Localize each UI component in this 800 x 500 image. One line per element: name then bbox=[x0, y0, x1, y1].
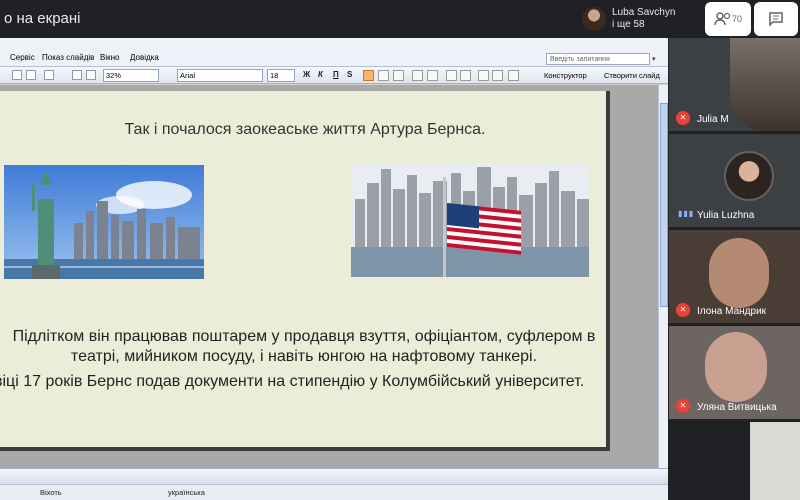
font-color-button[interactable] bbox=[508, 70, 519, 81]
presenter-extra: і ще 58 bbox=[612, 19, 645, 30]
people-button[interactable]: 70 bbox=[705, 2, 751, 36]
participant-name: Julia M bbox=[697, 114, 729, 125]
slide-paragraph: Підлітком він працював поштарем у продав… bbox=[0, 327, 614, 367]
status-bar: Віхоть українська bbox=[0, 484, 668, 500]
participants-panel: ✕ Julia M ▮▮▮ Yulia Luzhna ✕ Ілона Мандр… bbox=[668, 38, 800, 500]
status-design: Віхоть bbox=[40, 488, 62, 497]
slide-editor: Так і почалося заокеаське життя Артура Б… bbox=[0, 85, 658, 498]
formatting-toolbar: 32% Arial 18 Ж К П S Конструктор Створит… bbox=[0, 67, 668, 84]
slide-line-3: віці 17 років Бернс подав документи на с… bbox=[0, 373, 585, 390]
mic-off-icon: ✕ bbox=[676, 111, 690, 125]
participant-tile[interactable]: ✕ Ілона Мандрик bbox=[669, 230, 800, 323]
participant-tile[interactable]: ▮▮▮ Yulia Luzhna bbox=[669, 134, 800, 227]
presenter-chip[interactable]: Luba Savchyn і ще 58 bbox=[582, 4, 702, 34]
presenter-info: Luba Savchyn і ще 58 bbox=[612, 7, 675, 31]
powerpoint-menubar: Сервіс Показ слайдів Вікно Довідка Введі… bbox=[0, 38, 668, 67]
drawing-toolbar bbox=[0, 468, 668, 484]
scroll-thumb[interactable] bbox=[660, 103, 668, 307]
redo-icon[interactable] bbox=[44, 70, 54, 80]
screen-share-title: о на екрані bbox=[4, 10, 81, 27]
zoom-select[interactable]: 32% bbox=[103, 69, 159, 82]
presenter-name: Luba Savchyn bbox=[612, 7, 676, 18]
menu-service[interactable]: Сервіс bbox=[10, 53, 35, 62]
italic-button[interactable]: К bbox=[318, 70, 323, 79]
table-icon[interactable] bbox=[86, 70, 96, 80]
increase-font-button[interactable] bbox=[446, 70, 457, 81]
increase-indent-button[interactable] bbox=[492, 70, 503, 81]
chart-icon[interactable] bbox=[72, 70, 82, 80]
nyc-flag-photo bbox=[351, 163, 589, 277]
numbering-button[interactable] bbox=[412, 70, 423, 81]
tool-cut-icon[interactable] bbox=[12, 70, 22, 80]
meeting-top-bar: о на екрані Luba Savchyn і ще 58 70 bbox=[0, 0, 800, 38]
chat-icon bbox=[769, 12, 783, 27]
vertical-scrollbar[interactable] bbox=[658, 85, 668, 498]
shared-screen: Сервіс Показ слайдів Вікно Довідка Введі… bbox=[0, 38, 668, 500]
help-dropdown-icon[interactable]: ▾ bbox=[652, 55, 656, 63]
undo-icon[interactable] bbox=[26, 70, 36, 80]
decrease-indent-button[interactable] bbox=[478, 70, 489, 81]
slide-title: Так і почалося заокеаське життя Артура Б… bbox=[124, 121, 486, 138]
participant-name: Ілона Мандрик bbox=[697, 306, 767, 317]
underline-button[interactable]: П bbox=[333, 70, 339, 79]
participant-thumbnail[interactable] bbox=[750, 422, 800, 500]
menu-slideshow[interactable]: Показ слайдів bbox=[42, 53, 94, 62]
align-center-button[interactable] bbox=[378, 70, 389, 81]
slide-line-1: Підлітком він працював поштарем у продав… bbox=[12, 328, 596, 345]
font-select[interactable]: Arial bbox=[177, 69, 263, 82]
font-size-select[interactable]: 18 bbox=[267, 69, 295, 82]
participant-name: Yulia Luzhna bbox=[697, 210, 755, 221]
align-left-button[interactable] bbox=[363, 70, 374, 81]
presenter-avatar bbox=[582, 7, 606, 31]
participant-avatar bbox=[724, 151, 774, 201]
status-language: українська bbox=[168, 488, 205, 497]
decrease-font-button[interactable] bbox=[460, 70, 471, 81]
slide-line-2: театрі, мийником посуду, і навіть юнгою … bbox=[70, 348, 538, 365]
people-icon bbox=[714, 12, 731, 26]
statue-of-liberty-photo bbox=[4, 165, 204, 279]
help-question-input[interactable]: Введіть запитання bbox=[546, 53, 650, 65]
bullets-button[interactable] bbox=[427, 70, 438, 81]
mic-off-icon: ✕ bbox=[676, 399, 690, 413]
participant-tile[interactable]: ✕ Уляна Витвицька bbox=[669, 326, 800, 419]
participant-tile[interactable]: ✕ Julia M bbox=[669, 38, 800, 131]
shadow-button[interactable]: S bbox=[347, 70, 352, 79]
bold-button[interactable]: Ж bbox=[303, 70, 310, 79]
slide-canvas: Так і почалося заокеаське життя Артура Б… bbox=[0, 91, 610, 451]
designer-button[interactable]: Конструктор bbox=[544, 71, 587, 80]
participant-name: Уляна Витвицька bbox=[697, 402, 777, 413]
menu-window[interactable]: Вікно bbox=[100, 53, 119, 62]
people-count: 70 bbox=[731, 14, 742, 24]
mic-off-icon: ✕ bbox=[676, 303, 690, 317]
chat-button[interactable] bbox=[754, 2, 798, 36]
menu-help[interactable]: Довідка bbox=[130, 53, 159, 62]
new-slide-button[interactable]: Створити слайд bbox=[604, 71, 660, 80]
speaking-icon: ▮▮▮ bbox=[678, 209, 695, 218]
align-right-button[interactable] bbox=[393, 70, 404, 81]
